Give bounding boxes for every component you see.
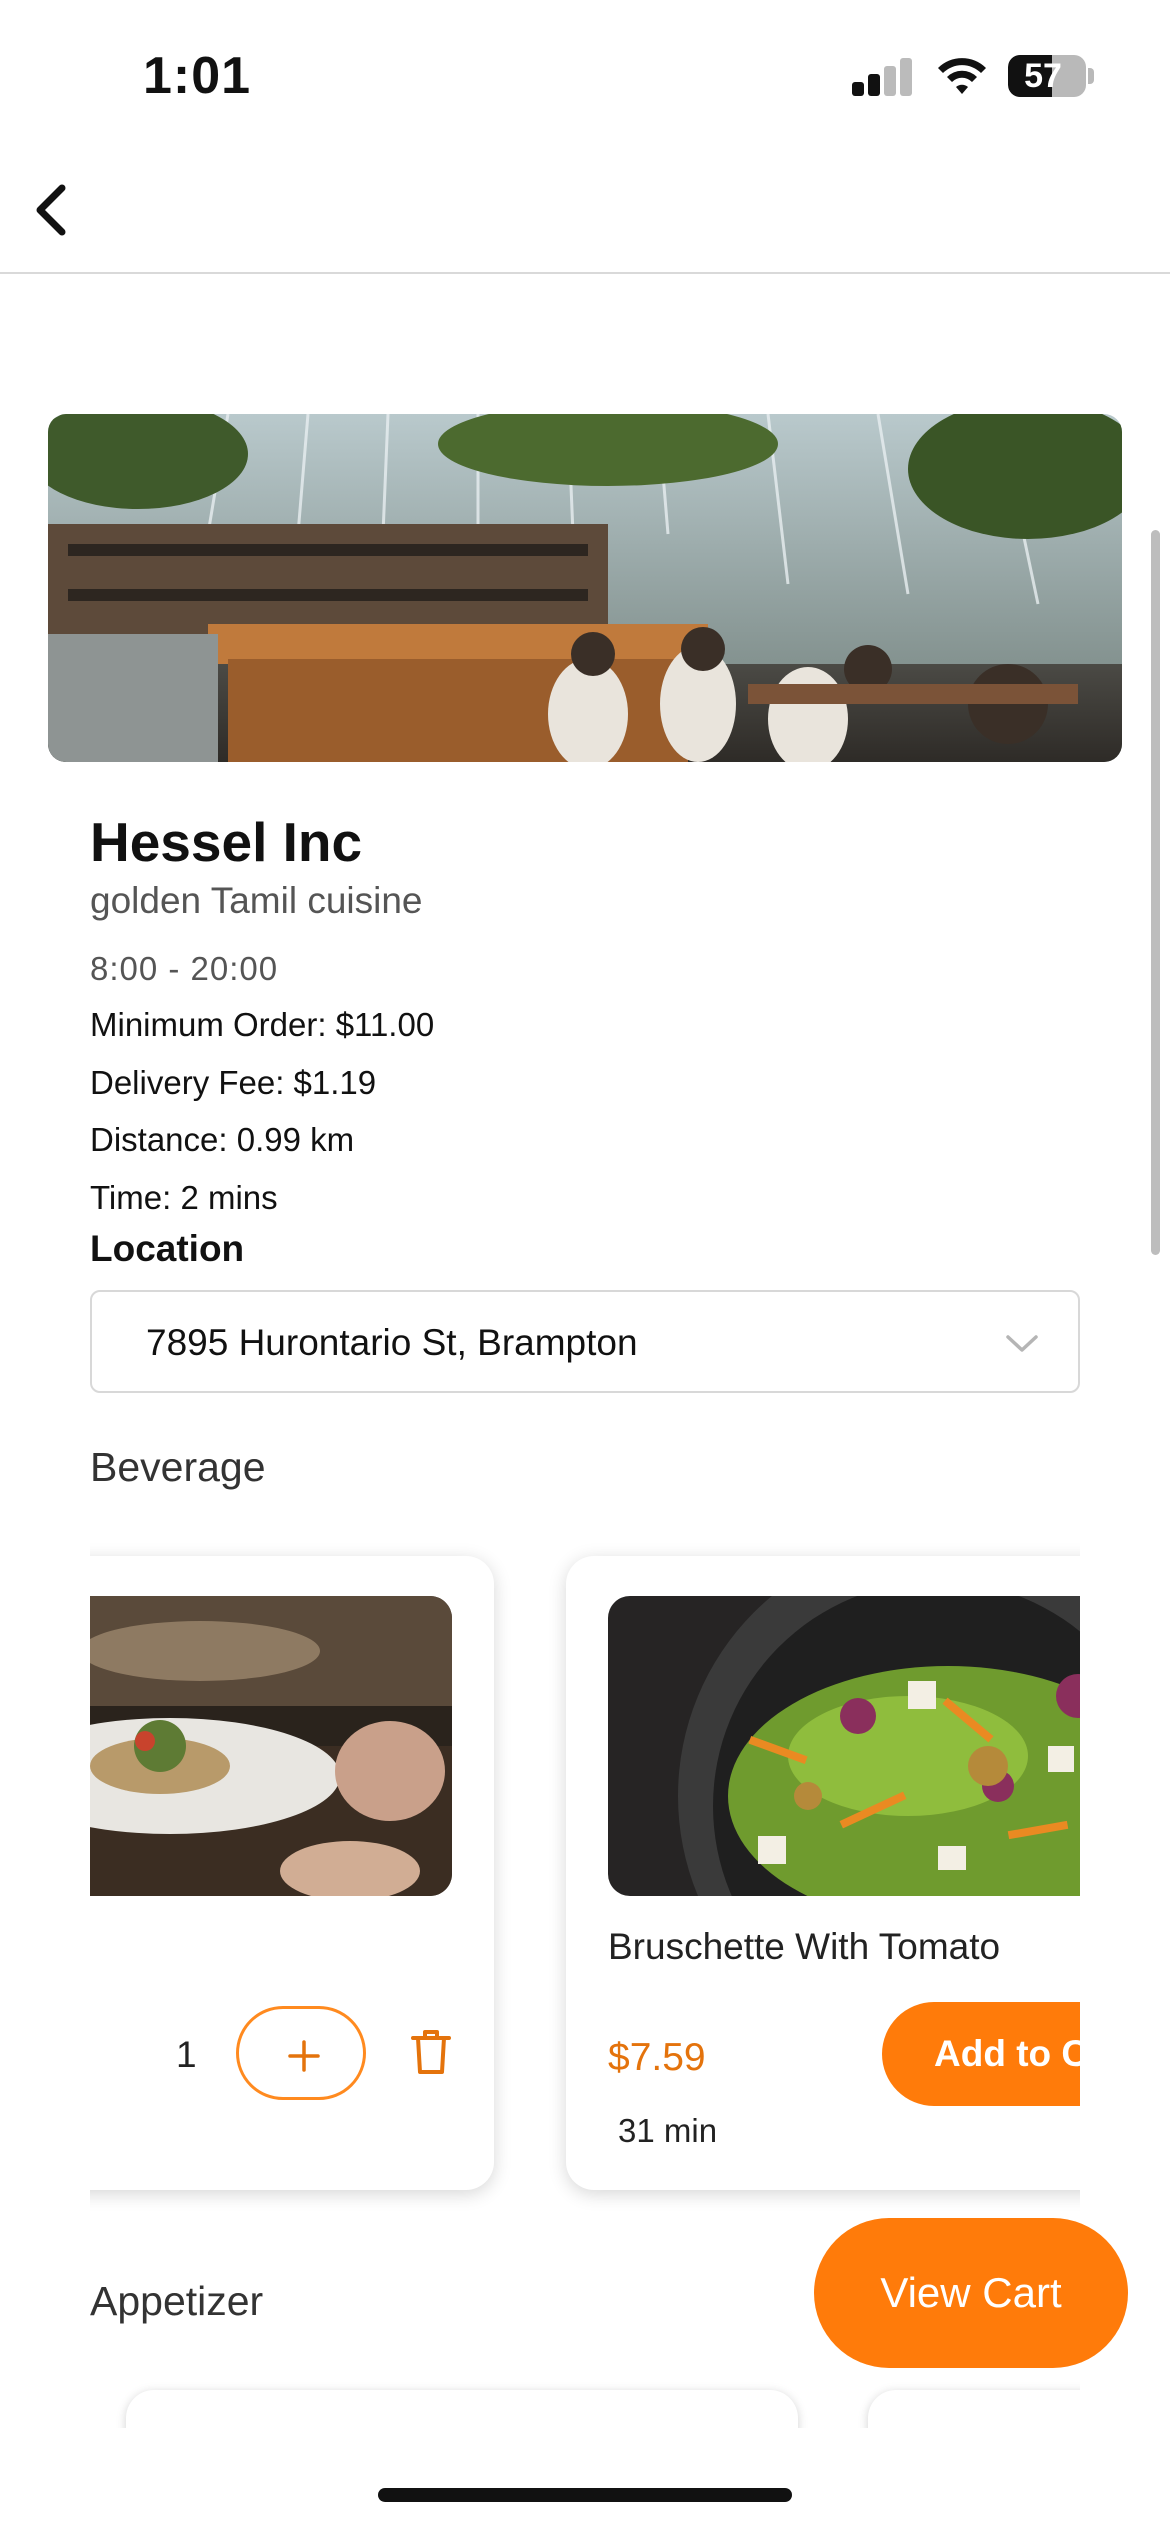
delivery-time: Time: 2 mins xyxy=(90,1179,278,1216)
add-to-cart-button[interactable]: Add to C xyxy=(882,2002,1080,2106)
restaurant-name: Hessel Inc xyxy=(90,811,363,873)
trash-icon[interactable] xyxy=(410,2028,452,2076)
appetizer-card[interactable] xyxy=(868,2390,1080,2428)
plus-icon xyxy=(288,2040,320,2072)
product-name: Bruschette With Tomato xyxy=(608,1926,1001,1967)
bottom-area xyxy=(0,2428,1170,2532)
view-cart-button[interactable]: View Cart xyxy=(814,2218,1128,2368)
battery-level: 57 xyxy=(1024,57,1062,95)
battery-icon: 57 xyxy=(1008,55,1086,97)
beverage-carousel[interactable]: 1 Bruschette With Tomato $7.59 31 min Ad… xyxy=(90,1540,1080,2220)
battery-tip xyxy=(1088,68,1094,84)
opening-hours: 8:00 - 20:00 xyxy=(90,950,279,987)
quantity-value: 1 xyxy=(176,2034,197,2075)
minimum-order: Minimum Order: $11.00 xyxy=(90,1006,435,1043)
section-title-appetizer: Appetizer xyxy=(90,2278,264,2324)
wifi-icon xyxy=(938,58,986,94)
increase-quantity-button[interactable] xyxy=(236,2006,366,2100)
chevron-down-icon xyxy=(1006,1335,1038,1352)
location-select[interactable]: 7895 Hurontario St, Brampton xyxy=(90,1290,1080,1393)
delivery-fee: Delivery Fee: $1.19 xyxy=(90,1064,377,1101)
nav-bar xyxy=(0,150,1170,274)
section-title-beverage: Beverage xyxy=(90,1444,266,1490)
product-card-bruschette[interactable]: Bruschette With Tomato $7.59 31 min Add … xyxy=(566,1556,1080,2190)
status-time: 1:01 xyxy=(143,47,252,105)
signal-icon xyxy=(852,58,914,96)
restaurant-cuisine: golden Tamil cuisine xyxy=(90,880,423,921)
product-price: $7.59 xyxy=(608,2036,706,2079)
back-arrow-icon[interactable] xyxy=(18,170,98,250)
appetizer-card[interactable] xyxy=(126,2390,798,2428)
distance: Distance: 0.99 km xyxy=(90,1121,355,1158)
restaurant-hero-image xyxy=(48,414,1122,762)
location-label: Location xyxy=(90,1228,245,1269)
appetizer-carousel[interactable] xyxy=(90,2380,1080,2428)
scrollbar[interactable] xyxy=(1151,530,1160,1255)
home-indicator[interactable] xyxy=(378,2488,792,2502)
status-bar: 1:01 57 xyxy=(0,0,1170,150)
product-image xyxy=(608,1596,1080,1896)
location-value: 7895 Hurontario St, Brampton xyxy=(146,1322,638,1363)
product-prep-time: 31 min xyxy=(618,2112,718,2149)
product-card-in-cart[interactable]: 1 xyxy=(90,1556,494,2190)
product-image xyxy=(90,1596,452,1896)
